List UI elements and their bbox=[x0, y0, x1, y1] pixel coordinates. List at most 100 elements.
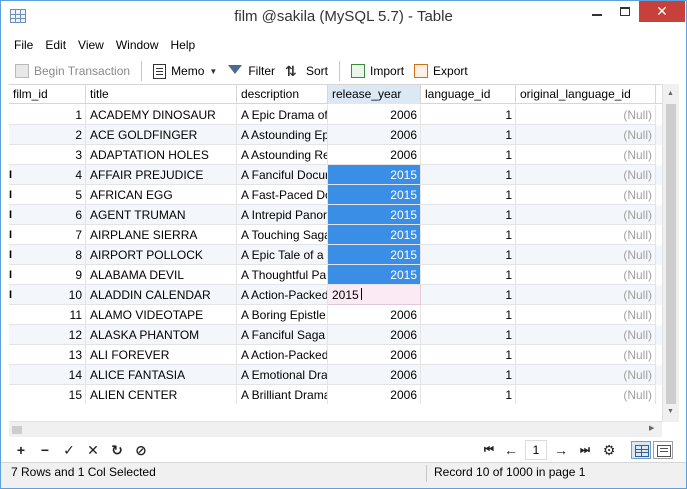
cell-original-language-id[interactable]: (Null) bbox=[516, 385, 656, 404]
table-row[interactable]: I 5 AFRICAN EGG A Fast-Paced Do 2015 1 (Null) bbox=[9, 185, 662, 205]
cell-description[interactable]: A Fast-Paced Do bbox=[237, 185, 328, 205]
menu-edit[interactable]: Edit bbox=[39, 35, 72, 55]
begin-transaction-button[interactable]: Begin Transaction bbox=[10, 60, 135, 82]
cell-film-id[interactable]: 8 bbox=[9, 245, 86, 265]
column-header-original-language-id[interactable]: original_language_id bbox=[516, 85, 656, 104]
cell-language-id[interactable]: 1 bbox=[421, 225, 516, 245]
cell-film-id[interactable]: 11 bbox=[9, 305, 86, 325]
page-settings-button[interactable]: ⚙ bbox=[599, 441, 619, 459]
cell-language-id[interactable]: 1 bbox=[421, 185, 516, 205]
next-page-button[interactable]: → bbox=[551, 441, 571, 459]
cell-title[interactable]: AIRPLANE SIERRA bbox=[86, 225, 237, 245]
first-page-button[interactable]: ⏮ bbox=[479, 441, 499, 459]
previous-page-button[interactable]: ← bbox=[501, 441, 521, 459]
cell-description[interactable]: A Fanciful Docur bbox=[237, 165, 328, 185]
vertical-scroll-thumb[interactable] bbox=[666, 104, 676, 404]
cell-language-id[interactable]: 1 bbox=[421, 145, 516, 165]
close-button[interactable]: ✕ bbox=[639, 1, 685, 22]
cell-film-id[interactable]: 12 bbox=[9, 325, 86, 345]
menu-help[interactable]: Help bbox=[165, 35, 202, 55]
cell-release-year[interactable]: 2015 bbox=[328, 245, 421, 265]
table-row[interactable]: 13 ALI FOREVER A Action-Packed 2006 1 (Null) bbox=[9, 345, 662, 365]
cell-language-id[interactable]: 1 bbox=[421, 105, 516, 125]
cell-original-language-id[interactable]: (Null) bbox=[516, 305, 656, 325]
cell-title[interactable]: AGENT TRUMAN bbox=[86, 205, 237, 225]
stop-button[interactable]: ⊘ bbox=[131, 441, 151, 459]
page-number-input[interactable]: 1 bbox=[525, 440, 547, 460]
scroll-up-icon[interactable]: ▲ bbox=[667, 90, 674, 97]
minimize-button[interactable] bbox=[583, 1, 611, 22]
cell-title[interactable]: ACADEMY DINOSAUR bbox=[86, 105, 237, 125]
table-row[interactable]: I 4 AFFAIR PREJUDICE A Fanciful Docur 2015 1(… bbox=[9, 165, 662, 185]
cell-language-id[interactable]: 1 bbox=[421, 125, 516, 145]
cell-language-id[interactable]: 1 bbox=[421, 285, 516, 305]
cell-title[interactable]: ALAMO VIDEOTAPE bbox=[86, 305, 237, 325]
column-header-title[interactable]: title bbox=[86, 85, 237, 104]
cell-release-year[interactable]: 2015 bbox=[328, 165, 421, 185]
table-row[interactable]: 11 ALAMO VIDEOTAPE A Boring Epistle 2006 1 (N… bbox=[9, 305, 662, 325]
cell-film-id[interactable]: 15 bbox=[9, 385, 86, 404]
cell-release-year[interactable]: 2006 bbox=[328, 305, 421, 325]
cell-film-id[interactable]: 9 bbox=[9, 265, 86, 285]
cell-original-language-id[interactable]: (Null) bbox=[516, 205, 656, 225]
cell-description[interactable]: A Epic Tale of a M bbox=[237, 245, 328, 265]
cell-description[interactable]: A Emotional Dra bbox=[237, 365, 328, 385]
cell-description[interactable]: A Astounding Re bbox=[237, 145, 328, 165]
cell-description[interactable]: A Brilliant Drama bbox=[237, 385, 328, 404]
cell-release-year[interactable]: 2006 bbox=[328, 125, 421, 145]
table-row[interactable]: 2 ACE GOLDFINGER A Astounding Ep 2006 1 (Null… bbox=[9, 125, 662, 145]
cell-language-id[interactable]: 1 bbox=[421, 265, 516, 285]
cell-release-year[interactable]: 2006 bbox=[328, 345, 421, 365]
cell-release-year[interactable]: 2015 bbox=[328, 225, 421, 245]
cell-title[interactable]: ADAPTATION HOLES bbox=[86, 145, 237, 165]
table-row[interactable]: 14 ALICE FANTASIA A Emotional Dra 2006 1 (Nul… bbox=[9, 365, 662, 385]
cell-film-id[interactable]: 7 bbox=[9, 225, 86, 245]
cell-title[interactable]: ALICE FANTASIA bbox=[86, 365, 237, 385]
memo-button[interactable]: Memo ▼ bbox=[148, 60, 222, 82]
column-header-film-id[interactable]: film_id bbox=[9, 85, 86, 104]
horizontal-scrollbar[interactable]: ▶ bbox=[9, 421, 662, 437]
cell-original-language-id[interactable]: (Null) bbox=[516, 345, 656, 365]
cell-description[interactable]: A Intrepid Panor bbox=[237, 205, 328, 225]
cell-original-language-id[interactable]: (Null) bbox=[516, 285, 656, 305]
cell-release-year[interactable]: 2015 bbox=[328, 265, 421, 285]
grid-view-button[interactable] bbox=[631, 441, 651, 459]
discard-changes-button[interactable]: ✕ bbox=[83, 441, 103, 459]
column-header-description[interactable]: description bbox=[237, 85, 328, 104]
table-row[interactable]: 3 ADAPTATION HOLES A Astounding Re 2006 1 (Nu… bbox=[9, 145, 662, 165]
cell-language-id[interactable]: 1 bbox=[421, 245, 516, 265]
cell-original-language-id[interactable]: (Null) bbox=[516, 185, 656, 205]
cell-original-language-id[interactable]: (Null) bbox=[516, 105, 656, 125]
menu-view[interactable]: View bbox=[72, 35, 110, 55]
column-header-language-id[interactable]: language_id bbox=[421, 85, 516, 104]
cell-release-year[interactable]: 2006 bbox=[328, 325, 421, 345]
cell-release-year[interactable]: 2006 bbox=[328, 105, 421, 125]
cell-description[interactable]: A Epic Drama of bbox=[237, 105, 328, 125]
column-header-release-year[interactable]: release_year bbox=[328, 85, 421, 104]
cell-original-language-id[interactable]: (Null) bbox=[516, 325, 656, 345]
cell-language-id[interactable]: 1 bbox=[421, 205, 516, 225]
title-bar[interactable]: film @sakila (MySQL 5.7) - Table ✕ bbox=[1, 1, 686, 33]
cell-film-id[interactable]: 13 bbox=[9, 345, 86, 365]
cell-film-id[interactable]: 10 bbox=[9, 285, 86, 305]
cell-title[interactable]: AFRICAN EGG bbox=[86, 185, 237, 205]
table-row[interactable]: I 6 AGENT TRUMAN A Intrepid Panor 2015 1 (Null… bbox=[9, 205, 662, 225]
cell-film-id[interactable]: 4 bbox=[9, 165, 86, 185]
cell-description[interactable]: A Thoughtful Pa bbox=[237, 265, 328, 285]
cell-film-id[interactable]: 2 bbox=[9, 125, 86, 145]
import-button[interactable]: Import bbox=[346, 60, 409, 82]
cell-film-id[interactable]: 5 bbox=[9, 185, 86, 205]
menu-file[interactable]: File bbox=[8, 35, 39, 55]
cell-release-year[interactable]: 2006 bbox=[328, 365, 421, 385]
cell-release-year[interactable]: 2006 bbox=[328, 145, 421, 165]
cell-description[interactable]: A Action-Packed bbox=[237, 285, 328, 305]
cell-description[interactable]: A Astounding Ep bbox=[237, 125, 328, 145]
last-page-button[interactable]: ⏭ bbox=[575, 441, 595, 459]
refresh-button[interactable]: ↻ bbox=[107, 441, 127, 459]
cell-language-id[interactable]: 1 bbox=[421, 305, 516, 325]
data-grid[interactable]: film_id title description release_year langu… bbox=[9, 84, 662, 404]
form-view-button[interactable] bbox=[653, 441, 673, 459]
cell-language-id[interactable]: 1 bbox=[421, 385, 516, 404]
cell-language-id[interactable]: 1 bbox=[421, 365, 516, 385]
table-row[interactable]: I 9 ALABAMA DEVIL A Thoughtful Pa 2015 1 (Null… bbox=[9, 265, 662, 285]
